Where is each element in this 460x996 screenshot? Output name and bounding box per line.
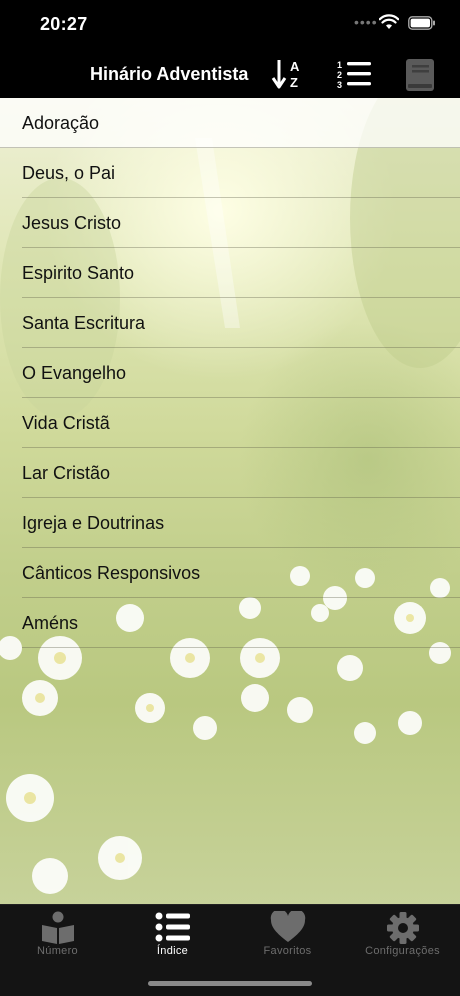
open-book-reader-icon <box>41 911 74 944</box>
battery-icon <box>408 16 436 35</box>
category-list: Adoração Deus, o Pai Jesus Cristo Espiri… <box>0 98 460 648</box>
status-bar: 20:27 •••• <box>0 0 460 50</box>
svg-text:A: A <box>290 59 300 74</box>
sort-numeric-button[interactable]: 1 2 3 <box>336 58 371 90</box>
sort-alpha-button[interactable]: A Z <box>271 58 305 90</box>
book-icon <box>406 59 434 91</box>
category-label: Adoração <box>22 113 100 133</box>
tab-indice[interactable]: Índice <box>115 905 230 975</box>
tab-label: Configurações <box>365 945 440 957</box>
wifi-icon <box>378 14 400 35</box>
svg-text:1: 1 <box>337 60 342 70</box>
category-item-canticos-responsivos[interactable]: Cânticos Responsivos <box>22 548 460 598</box>
tab-label: Número <box>37 945 78 957</box>
category-label: Santa Escritura <box>22 313 146 333</box>
category-item-adoracao[interactable]: Adoração <box>0 98 460 148</box>
tab-configuracoes[interactable]: Configurações <box>345 905 460 975</box>
category-item-igreja-e-doutrinas[interactable]: Igreja e Doutrinas <box>22 498 460 548</box>
svg-text:3: 3 <box>337 80 342 90</box>
app-screen: 20:27 •••• Hinário Adventista A Z 1 2 3 … <box>0 0 460 996</box>
category-item-lar-cristao[interactable]: Lar Cristão <box>22 448 460 498</box>
category-label: Igreja e Doutrinas <box>22 513 165 533</box>
svg-text:Z: Z <box>290 75 298 90</box>
tab-label: Índice <box>156 945 189 957</box>
category-item-o-evangelho[interactable]: O Evangelho <box>22 348 460 398</box>
category-item-amens[interactable]: Améns <box>22 598 460 648</box>
category-label: O Evangelho <box>22 363 127 383</box>
status-time: 20:27 <box>40 14 88 34</box>
category-label: Vida Cristã <box>22 413 110 433</box>
category-label: Jesus Cristo <box>22 213 122 233</box>
category-item-deus-o-pai[interactable]: Deus, o Pai <box>22 148 460 198</box>
signal-icon: •••• <box>354 14 378 30</box>
category-item-vida-crista[interactable]: Vida Cristã <box>22 398 460 448</box>
svg-text:2: 2 <box>337 70 342 80</box>
navigation-bar: Hinário Adventista A Z 1 2 3 <box>0 50 460 98</box>
gear-icon <box>386 912 419 944</box>
category-label: Améns <box>22 613 79 633</box>
heart-icon <box>270 911 305 942</box>
list-icon <box>155 912 190 942</box>
sort-alpha-icon: A Z <box>271 59 300 90</box>
page-title: Hinário Adventista <box>90 64 249 84</box>
home-indicator <box>148 981 312 986</box>
tab-favoritos[interactable]: Favoritos <box>230 905 345 975</box>
category-item-espirito-santo[interactable]: Espirito Santo <box>22 248 460 298</box>
book-button[interactable] <box>404 58 438 91</box>
numbered-list-icon: 1 2 3 <box>337 60 371 90</box>
category-list-area: Adoração Deus, o Pai Jesus Cristo Espiri… <box>0 98 460 904</box>
category-label: Espirito Santo <box>22 263 135 283</box>
category-item-santa-escritura[interactable]: Santa Escritura <box>22 298 460 348</box>
tab-label: Favoritos <box>263 945 312 957</box>
category-label: Lar Cristão <box>22 463 111 483</box>
category-label: Deus, o Pai <box>22 163 116 183</box>
category-label: Cânticos Responsivos <box>22 563 201 583</box>
category-item-jesus-cristo[interactable]: Jesus Cristo <box>22 198 460 248</box>
tab-numero[interactable]: Número <box>0 905 115 975</box>
